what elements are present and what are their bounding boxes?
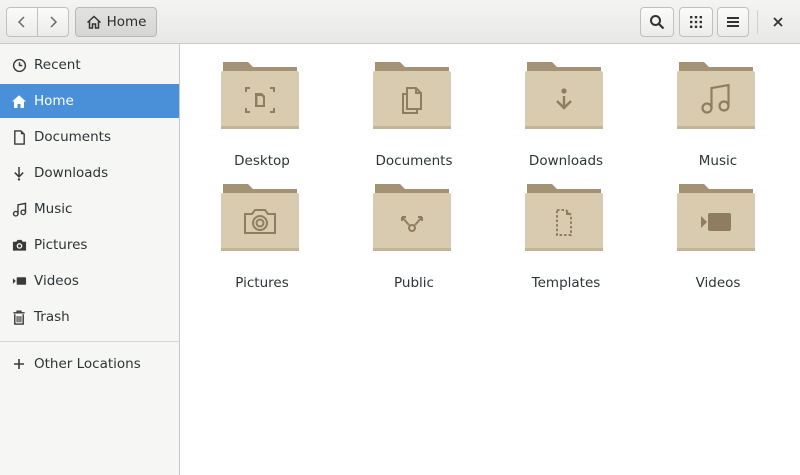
home-icon — [11, 93, 27, 109]
folder-item-documents[interactable]: Documents — [349, 50, 479, 169]
path-bar-home-label: Home — [106, 14, 147, 30]
sidebar-item-label: Recent — [34, 57, 81, 73]
folder-icon — [677, 184, 755, 251]
folder-view: Desktop Documents Downloads Music Pictur… — [181, 44, 800, 475]
folder-icon — [373, 62, 451, 129]
back-button[interactable] — [6, 7, 38, 37]
camera-icon — [11, 237, 27, 253]
home-icon — [86, 15, 101, 29]
sidebar-item-documents[interactable]: Documents — [0, 120, 179, 154]
folder-item-public[interactable]: Public — [349, 172, 479, 291]
folder-label: Public — [394, 275, 434, 291]
sidebar-item-label: Music — [34, 201, 73, 217]
path-bar-home-button[interactable]: Home — [75, 7, 157, 37]
folder-item-videos[interactable]: Videos — [653, 172, 783, 291]
folder-item-pictures[interactable]: Pictures — [197, 172, 327, 291]
sidebar-item-label: Videos — [34, 273, 79, 289]
header-bar: Home — [0, 0, 800, 44]
folder-icon — [221, 184, 299, 251]
sidebar-item-label: Home — [34, 93, 74, 109]
sidebar-item-home[interactable]: Home — [0, 84, 179, 118]
trash-icon — [11, 309, 27, 325]
folder-icon — [373, 184, 451, 251]
grid-view-icon — [690, 16, 702, 28]
document-icon — [11, 129, 27, 145]
folder-label: Downloads — [528, 153, 604, 169]
hamburger-menu-icon — [727, 17, 739, 27]
folder-item-templates[interactable]: Templates — [501, 172, 631, 291]
sidebar-item-label: Trash — [34, 309, 70, 325]
sidebar-item-label: Pictures — [34, 237, 88, 253]
search-button[interactable] — [640, 7, 674, 37]
sidebar-item-music[interactable]: Music — [0, 192, 179, 226]
folder-item-desktop[interactable]: Desktop — [197, 50, 327, 169]
close-icon — [773, 17, 783, 27]
folder-label: Music — [698, 153, 738, 169]
sidebar-item-recent[interactable]: Recent — [0, 48, 179, 82]
folder-item-music[interactable]: Music — [653, 50, 783, 169]
folder-icon — [221, 62, 299, 129]
folder-icon — [677, 62, 755, 129]
sidebar: Recent Home Documents Downloads Music Pi… — [0, 44, 180, 475]
music-icon — [11, 201, 27, 217]
forward-button[interactable] — [37, 7, 69, 37]
folder-label: Templates — [531, 275, 601, 291]
clock-icon — [11, 57, 27, 73]
chevron-left-icon — [17, 16, 25, 28]
folder-label: Pictures — [235, 275, 289, 291]
menu-button[interactable] — [717, 7, 749, 37]
chevron-right-icon — [50, 16, 58, 28]
video-icon — [11, 273, 27, 289]
sidebar-item-label: Other Locations — [34, 356, 141, 372]
close-button[interactable] — [764, 7, 792, 37]
view-toggle-button[interactable] — [679, 7, 713, 37]
folder-label: Documents — [375, 153, 453, 169]
folder-icon — [525, 184, 603, 251]
sidebar-item-label: Documents — [34, 129, 111, 145]
sidebar-item-pictures[interactable]: Pictures — [0, 228, 179, 262]
sidebar-divider — [0, 341, 179, 342]
header-separator — [757, 10, 758, 34]
sidebar-item-videos[interactable]: Videos — [0, 264, 179, 298]
sidebar-item-downloads[interactable]: Downloads — [0, 156, 179, 190]
plus-icon — [11, 356, 27, 372]
sidebar-item-other-locations[interactable]: Other Locations — [0, 347, 179, 381]
folder-item-downloads[interactable]: Downloads — [501, 50, 631, 169]
folder-label: Videos — [695, 275, 741, 291]
download-icon — [11, 165, 27, 181]
folder-icon — [525, 62, 603, 129]
folder-label: Desktop — [234, 153, 290, 169]
sidebar-item-trash[interactable]: Trash — [0, 300, 179, 334]
sidebar-item-label: Downloads — [34, 165, 109, 181]
search-icon — [650, 15, 665, 30]
